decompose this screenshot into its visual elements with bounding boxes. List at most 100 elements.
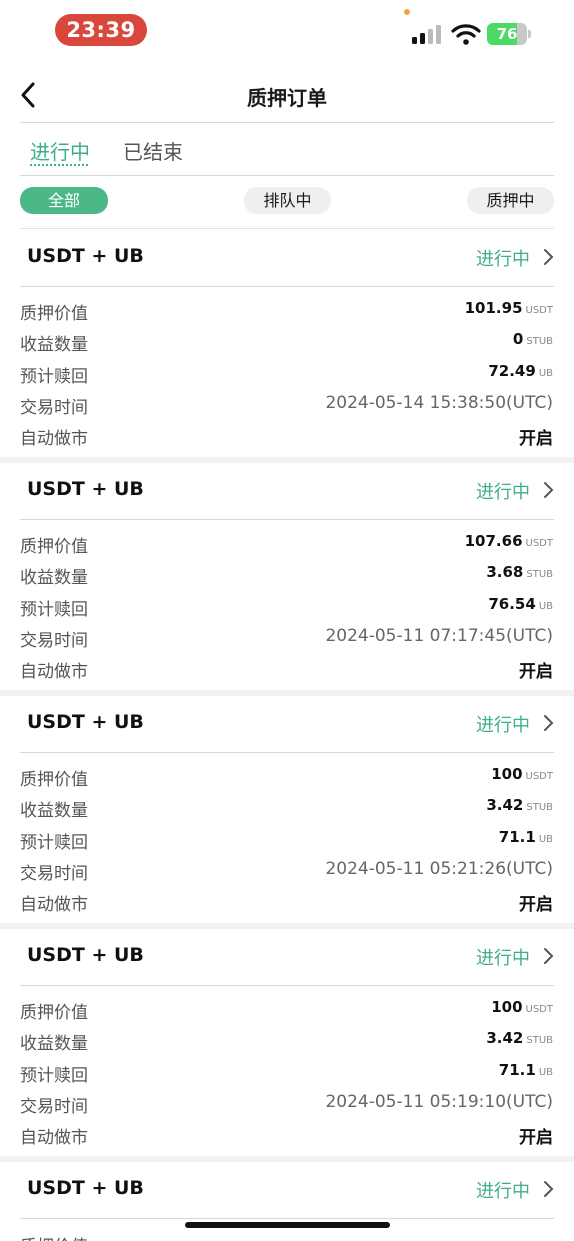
redeem-label: 预计赎回: [20, 366, 88, 387]
trade-time-row: 交易时间 2024-05-14 15:38:50(UTC): [0, 393, 574, 424]
order-pair: USDT + UB: [27, 245, 144, 267]
trade-time-row: 交易时间 2024-05-11 07:17:45(UTC): [0, 626, 574, 657]
home-indicator[interactable]: [185, 1222, 390, 1228]
stake-value-row: 质押价值 100 USDT: [0, 998, 574, 1029]
redeem-value: 72.49 UB: [488, 361, 553, 380]
trade-time-label: 交易时间: [20, 397, 88, 418]
auto-market-row: 自动做市 开启: [0, 657, 574, 688]
earnings-value: 3.42 STUB: [486, 796, 553, 815]
trade-time-label: 交易时间: [20, 863, 88, 884]
auto-market-value: 开启: [519, 662, 553, 683]
status-bar: 23:39 76: [0, 0, 574, 60]
cellular-signal-icon: [412, 25, 441, 44]
chevron-right-icon: [544, 1181, 554, 1197]
nav-bar: 质押订单: [0, 70, 574, 122]
redeem-row: 预计赎回 71.1 UB: [0, 1061, 574, 1092]
order-status: 进行中: [476, 715, 530, 736]
stake-value-row: 质押价值 100 USDT: [0, 765, 574, 796]
redeem-label: 预计赎回: [20, 599, 88, 620]
stake-value-label: 质押价值: [20, 770, 88, 790]
redeem-label: 预计赎回: [20, 1065, 88, 1086]
earnings-row: 收益数量 3.42 STUB: [0, 796, 574, 827]
order-pair: USDT + UB: [27, 711, 144, 733]
redeem-label: 预计赎回: [20, 832, 88, 853]
redeem-value: 76.54 UB: [488, 594, 553, 613]
auto-market-label: 自动做市: [20, 1128, 88, 1149]
redeem-value: 71.1 UB: [498, 1060, 553, 1079]
tab-completed[interactable]: 已结束: [123, 136, 183, 165]
stake-value-label: 质押价值: [20, 1003, 88, 1023]
order-pair: USDT + UB: [27, 944, 144, 966]
divider: [20, 122, 554, 123]
trade-time-row: 交易时间 2024-05-11 05:19:10(UTC): [0, 1092, 574, 1123]
divider: [20, 519, 554, 520]
redeem-row: 预计赎回 71.1 UB: [0, 828, 574, 859]
auto-market-value: 开启: [519, 895, 553, 916]
trade-time-row: 交易时间 2024-05-11 05:21:26(UTC): [0, 859, 574, 890]
earnings-label: 收益数量: [20, 1034, 88, 1055]
redeem-value: 71.1 UB: [498, 827, 553, 846]
divider: [20, 175, 554, 176]
battery-icon: 76: [487, 23, 531, 45]
stake-value-label: 质押价值: [20, 537, 88, 557]
divider: [20, 286, 554, 287]
page-title: 质押订单: [247, 86, 327, 110]
status-time: 23:39: [55, 14, 147, 46]
earnings-row: 收益数量 0 STUB: [0, 330, 574, 361]
chevron-right-icon: [544, 482, 554, 498]
order-card-header[interactable]: USDT + UB 进行中: [0, 1161, 574, 1217]
earnings-row: 收益数量 3.68 STUB: [0, 563, 574, 594]
filter-all-button[interactable]: 全部: [20, 187, 108, 214]
tab-in-progress[interactable]: 进行中: [30, 136, 90, 165]
trade-time-value: 2024-05-14 15:38:50(UTC): [325, 392, 553, 413]
filter-queued-button[interactable]: 排队中: [244, 187, 331, 214]
filter-staking-button[interactable]: 质押中: [467, 187, 554, 214]
chevron-right-icon: [544, 948, 554, 964]
earnings-row: 收益数量 3.42 STUB: [0, 1029, 574, 1060]
auto-market-row: 自动做市 开启: [0, 890, 574, 921]
redeem-row: 预计赎回 72.49 UB: [0, 362, 574, 393]
redeem-row: 预计赎回 76.54 UB: [0, 595, 574, 626]
stake-value: 107.66 USDT: [464, 532, 553, 550]
auto-market-label: 自动做市: [20, 895, 88, 916]
auto-market-value: 开启: [519, 1128, 553, 1149]
divider: [20, 1218, 554, 1219]
order-pair: USDT + UB: [27, 478, 144, 500]
wifi-icon: [451, 24, 481, 45]
trade-time-value: 2024-05-11 05:19:10(UTC): [325, 1091, 553, 1112]
chevron-right-icon: [544, 249, 554, 265]
auto-market-row: 自动做市 开启: [0, 1123, 574, 1154]
trade-time-label: 交易时间: [20, 630, 88, 651]
stake-value-label: 质押价值: [20, 1232, 88, 1241]
stake-value-row: 质押价值 101.95 USDT: [0, 299, 574, 330]
order-card-header[interactable]: USDT + UB 进行中: [0, 695, 574, 751]
trade-time-value: 2024-05-11 07:17:45(UTC): [325, 625, 553, 646]
stake-value-row: 质押价值 107.66 USDT: [0, 532, 574, 563]
divider: [20, 752, 554, 753]
order-status: 进行中: [476, 249, 530, 270]
earnings-value: 3.42 STUB: [486, 1029, 553, 1048]
order-status: 进行中: [476, 948, 530, 969]
auto-market-label: 自动做市: [20, 662, 88, 683]
stake-value: 101.95 USDT: [464, 299, 553, 317]
auto-market-label: 自动做市: [20, 429, 88, 450]
order-status: 进行中: [476, 1181, 530, 1202]
order-card-header[interactable]: USDT + UB 进行中: [0, 229, 574, 285]
battery-level: 76: [496, 25, 518, 43]
earnings-value: 0 STUB: [512, 330, 553, 349]
order-card-header[interactable]: USDT + UB 进行中: [0, 928, 574, 984]
privacy-indicator-dot: [404, 9, 410, 15]
auto-market-value: 开启: [519, 429, 553, 450]
active-tab-underline: [30, 164, 88, 166]
earnings-label: 收益数量: [20, 801, 88, 822]
auto-market-row: 自动做市 开启: [0, 424, 574, 455]
trade-time-value: 2024-05-11 05:21:26(UTC): [325, 858, 553, 879]
chevron-right-icon: [544, 715, 554, 731]
stake-value: 100 USDT: [491, 998, 553, 1016]
stake-value: 100 USDT: [491, 765, 553, 783]
divider: [20, 985, 554, 986]
order-pair: USDT + UB: [27, 1177, 144, 1199]
earnings-label: 收益数量: [20, 568, 88, 589]
order-card-header[interactable]: USDT + UB 进行中: [0, 462, 574, 518]
trade-time-label: 交易时间: [20, 1096, 88, 1117]
